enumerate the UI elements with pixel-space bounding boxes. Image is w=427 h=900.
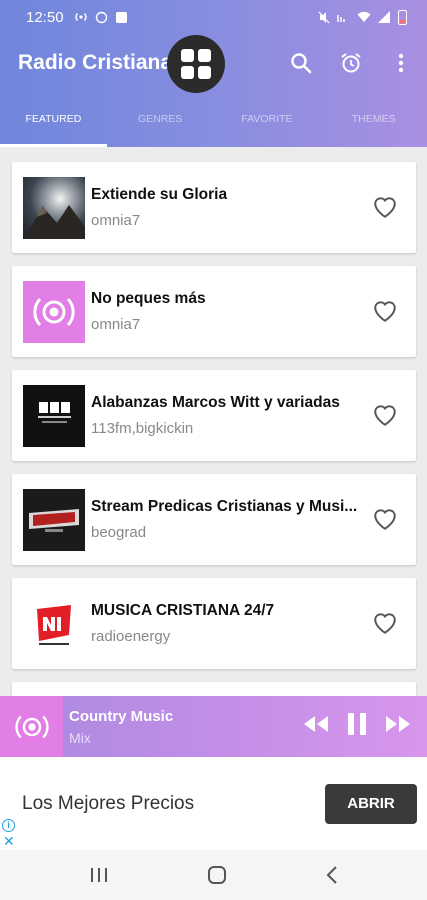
- mini-player[interactable]: Country Music Mix: [0, 696, 427, 757]
- ad-info-icon[interactable]: i: [2, 819, 15, 832]
- whatsapp-status-icon: [95, 11, 107, 23]
- app-bar: Radio Cristiana: [0, 34, 427, 93]
- player-controls: [303, 712, 411, 736]
- status-system-icons: [318, 9, 407, 25]
- overflow-menu-button[interactable]: [389, 51, 413, 75]
- ad-banner[interactable]: Los Mejores Precios ABRIR i ✕: [0, 757, 427, 850]
- mute-icon: [318, 11, 330, 23]
- fast-forward-icon[interactable]: [385, 715, 411, 733]
- station-card[interactable]: Alabanzas Marcos Witt y variadas 113fm,b…: [12, 370, 416, 461]
- wifi-icon: [357, 11, 371, 22]
- more-vertical-icon: [398, 53, 404, 73]
- photo-thumb-icon: [23, 204, 85, 239]
- player-thumbnail: [0, 696, 63, 757]
- station-card[interactable]: Extiende su Gloria omnia7: [12, 162, 416, 253]
- tab-themes[interactable]: THEMES: [320, 104, 427, 147]
- system-nav-bar: [0, 850, 427, 900]
- favorite-heart-icon[interactable]: [372, 299, 398, 323]
- status-bar: 12:50: [0, 0, 427, 34]
- search-icon: [291, 53, 312, 74]
- station-name: Extiende su Gloria: [91, 186, 228, 203]
- station-card[interactable]: No peques más omnia7: [12, 266, 416, 357]
- station-card[interactable]: Stream Predicas Cristianas y Musi... beo…: [12, 474, 416, 565]
- station-card-partial[interactable]: [12, 682, 416, 697]
- ad-close-icon[interactable]: ✕: [3, 834, 15, 848]
- image-status-icon: [115, 11, 127, 23]
- player-title: Country Music: [69, 707, 174, 725]
- favorite-heart-icon[interactable]: [372, 611, 398, 635]
- player-subtitle: Mix: [69, 729, 91, 746]
- grid-square: [181, 66, 194, 79]
- radio-broadcast-icon: [33, 297, 75, 326]
- tab-favorite[interactable]: FAVORITE: [214, 104, 321, 147]
- favorite-heart-icon[interactable]: [372, 507, 398, 531]
- 113-radio-logo-icon: [38, 401, 71, 423]
- battery-icon: [398, 9, 407, 25]
- nrj-logo-icon: [37, 604, 71, 645]
- grid-menu-button[interactable]: [167, 35, 225, 93]
- back-icon[interactable]: [326, 866, 338, 884]
- tab-genres[interactable]: GENRES: [107, 104, 214, 147]
- header: 12:50 Radio Cristiana FEATURED GENRES FA…: [0, 0, 427, 147]
- station-card[interactable]: MUSICA CRISTIANA 24/7 radioenergy: [12, 578, 416, 669]
- grid-square: [198, 49, 211, 62]
- station-source: radioenergy: [91, 628, 171, 645]
- home-icon[interactable]: [207, 865, 227, 885]
- search-button[interactable]: [289, 51, 313, 75]
- station-name: MUSICA CRISTIANA 24/7: [91, 602, 275, 619]
- rewind-icon[interactable]: [303, 715, 329, 733]
- wifi-calls-icon: [337, 14, 345, 22]
- tab-featured[interactable]: FEATURED: [0, 104, 107, 147]
- station-source: 113fm,bigkickin: [91, 420, 194, 437]
- station-thumbnail: [23, 280, 85, 343]
- station-thumbnail: [23, 488, 85, 551]
- app-bar-actions: [289, 34, 413, 92]
- station-thumbnail: [23, 592, 85, 655]
- broadcast-status-icon: [74, 12, 87, 21]
- alarm-button[interactable]: [339, 51, 363, 75]
- recent-apps-icon[interactable]: [90, 867, 108, 883]
- station-name: Alabanzas Marcos Witt y variadas: [91, 394, 340, 411]
- grid-square: [198, 66, 211, 79]
- signal-icon: [378, 11, 390, 23]
- favorite-heart-icon[interactable]: [372, 403, 398, 427]
- alarm-clock-icon: [341, 53, 361, 73]
- status-notification-icons: [74, 11, 128, 24]
- station-source: beograd: [91, 524, 147, 541]
- grid-square: [181, 49, 194, 62]
- tab-bar: FEATURED GENRES FAVORITE THEMES: [0, 104, 427, 147]
- station-source: omnia7: [91, 316, 141, 333]
- station-thumbnail: [23, 176, 85, 239]
- rock-radio-logo-icon: [29, 508, 79, 532]
- status-time: 12:50: [26, 8, 64, 26]
- ad-open-button[interactable]: ABRIR: [325, 784, 417, 824]
- station-thumbnail: [23, 384, 85, 447]
- ad-text: Los Mejores Precios: [22, 793, 195, 814]
- favorite-heart-icon[interactable]: [372, 195, 398, 219]
- app-title: Radio Cristiana: [18, 51, 173, 74]
- station-name: Stream Predicas Cristianas y Musi...: [91, 498, 358, 515]
- pause-icon[interactable]: [347, 712, 367, 736]
- station-source: omnia7: [91, 212, 141, 229]
- station-list[interactable]: Extiende su Gloria omnia7 No peques más …: [0, 147, 427, 697]
- radio-broadcast-icon: [14, 715, 49, 738]
- station-name: No peques más: [91, 290, 206, 307]
